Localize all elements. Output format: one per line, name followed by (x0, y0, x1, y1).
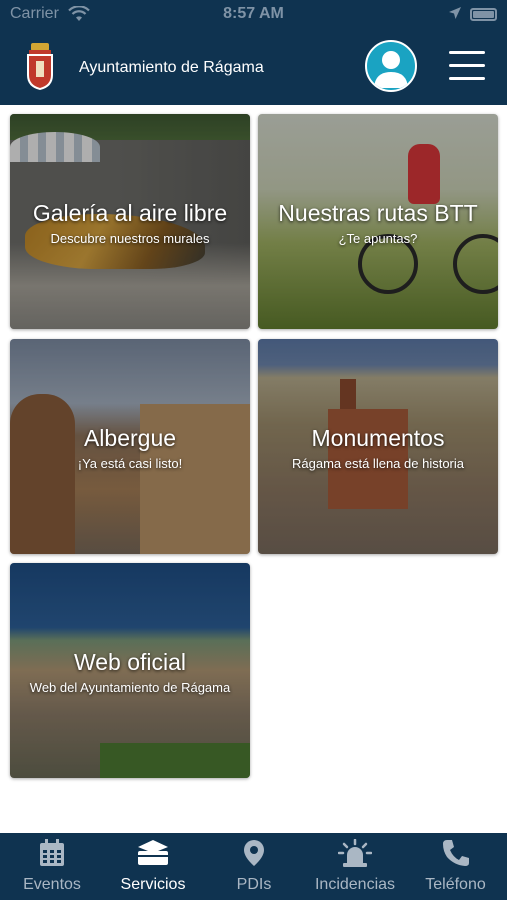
tab-label: Eventos (23, 876, 81, 893)
bottom-tab-bar: Eventos Servicios PDIs Incidencias Teléf… (0, 833, 507, 900)
card-subtitle: Rágama está llena de historia (292, 456, 464, 471)
location-arrow-icon (448, 6, 462, 25)
map-pin-icon (202, 839, 306, 869)
card-title: Albergue (83, 425, 177, 451)
tab-incidencias[interactable]: Incidencias (306, 833, 404, 900)
battery-icon (470, 8, 497, 21)
tab-label: PDIs (236, 876, 272, 893)
card-title: Web oficial (73, 649, 187, 675)
tab-pdis[interactable]: PDIs (202, 833, 306, 900)
card-subtitle: ¿Te apuntas? (338, 231, 418, 246)
calendar-icon (0, 839, 104, 869)
card-btt-routes[interactable]: Nuestras rutas BTT ¿Te apuntas? (258, 114, 498, 329)
card-title: Galería al aire libre (32, 200, 228, 226)
card-title: Nuestras rutas BTT (278, 200, 478, 226)
card-subtitle: Descubre nuestros murales (50, 231, 210, 246)
header-title: Ayuntamiento de Rágama (79, 59, 264, 76)
card-open-air-gallery[interactable]: Galería al aire libre Descubre nuestros … (10, 114, 250, 329)
card-monuments[interactable]: Monumentos Rágama está llena de historia (258, 339, 498, 554)
phone-icon (404, 839, 507, 869)
tab-label: Teléfono (425, 876, 486, 893)
status-bar: Carrier 8:57 AM (0, 0, 507, 30)
app-screen: Carrier 8:57 AM Ayuntamiento de Rágama G… (0, 0, 507, 900)
card-subtitle: Web del Ayuntamiento de Rágama (29, 680, 231, 695)
town-crest-logo (25, 43, 55, 91)
app-header: Ayuntamiento de Rágama (0, 30, 507, 105)
card-official-website[interactable]: Web oficial Web del Ayuntamiento de Rága… (10, 563, 250, 778)
alarm-light-icon (306, 838, 404, 869)
services-icon (104, 839, 202, 869)
top-bar: Carrier 8:57 AM Ayuntamiento de Rágama (0, 0, 507, 105)
tab-label: Servicios (120, 876, 186, 893)
tab-label: Incidencias (314, 876, 396, 893)
tab-telefono[interactable]: Teléfono (404, 833, 507, 900)
card-title: Monumentos (311, 425, 445, 451)
card-subtitle: ¡Ya está casi listo! (77, 456, 183, 471)
tab-servicios[interactable]: Servicios (104, 833, 202, 900)
status-time: 8:57 AM (223, 5, 284, 22)
user-icon (374, 51, 408, 88)
hamburger-menu-button[interactable] (449, 49, 487, 83)
user-avatar-button[interactable] (365, 40, 417, 92)
card-hostel[interactable]: Albergue ¡Ya está casi listo! (10, 339, 250, 554)
tab-eventos[interactable]: Eventos (0, 833, 104, 900)
